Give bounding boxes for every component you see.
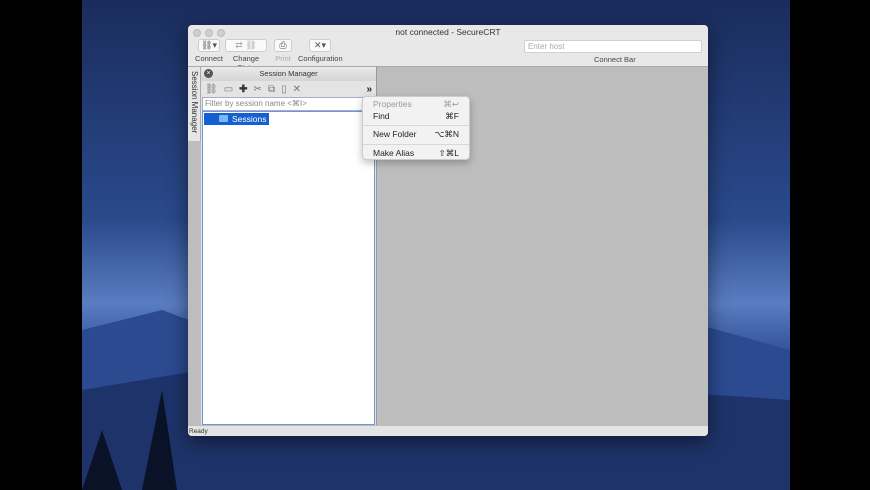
- window-title: not connected - SecureCRT: [395, 27, 501, 37]
- connect-button[interactable]: ⛓▾ Connect: [192, 39, 226, 63]
- context-menu: Properties ⌘↩ Find ⌘F New Folder ⌥⌘N Make A…: [362, 96, 470, 160]
- configuration-button[interactable]: ✕▾ Configuration: [298, 39, 343, 63]
- add-icon[interactable]: ✚: [239, 84, 247, 95]
- tab-icon[interactable]: ▭: [224, 84, 233, 95]
- menu-item-find[interactable]: Find ⌘F: [363, 111, 469, 123]
- menu-separator: [363, 143, 469, 145]
- session-manager-tab[interactable]: Session Manager: [188, 67, 201, 141]
- refresh-icon: ⇄ ⛓: [225, 39, 267, 52]
- printer-icon: ⎙: [274, 39, 292, 52]
- more-icon[interactable]: »: [366, 84, 372, 95]
- tools-icon: ✕▾: [309, 39, 331, 52]
- host-input[interactable]: Enter host: [524, 40, 702, 53]
- menu-separator: [363, 125, 469, 126]
- panel-toolbar: ⛓ ▭ ✚ ✂ ⧉ ▯ ✕ »: [201, 81, 376, 97]
- paste-icon[interactable]: ▯: [281, 84, 287, 95]
- menu-item-properties[interactable]: Properties ⌘↩: [363, 99, 469, 111]
- menu-item-new-folder[interactable]: New Folder ⌥⌘N: [363, 129, 469, 141]
- menu-item-make-alias[interactable]: Make Alias ⇧⌘L: [363, 148, 469, 160]
- delete-icon[interactable]: ✕: [293, 84, 301, 95]
- connect-icon[interactable]: ⛓: [205, 84, 218, 95]
- session-tree: Sessions: [202, 111, 375, 425]
- close-panel-icon[interactable]: ×: [204, 69, 213, 78]
- panel-header: × Session Manager: [201, 67, 376, 81]
- tree-item-sessions[interactable]: Sessions: [204, 113, 269, 125]
- print-button[interactable]: ⎙ Print: [272, 39, 294, 63]
- session-manager-panel: × Session Manager ⛓ ▭ ✚ ✂ ⧉ ▯ ✕ » Filter …: [201, 67, 377, 426]
- filter-input[interactable]: Filter by session name <⌘I>: [202, 97, 375, 111]
- securecrt-window: not connected - SecureCRT ⛓▾ Connect ⇄ ⛓ C…: [188, 25, 708, 436]
- link-icon: ⛓▾: [198, 39, 220, 52]
- folder-icon: [219, 115, 228, 122]
- connect-bar-label: Connect Bar: [594, 55, 636, 64]
- copy-icon[interactable]: ⧉: [268, 84, 275, 95]
- status-bar: Ready: [188, 425, 708, 436]
- cut-icon[interactable]: ✂: [254, 84, 262, 95]
